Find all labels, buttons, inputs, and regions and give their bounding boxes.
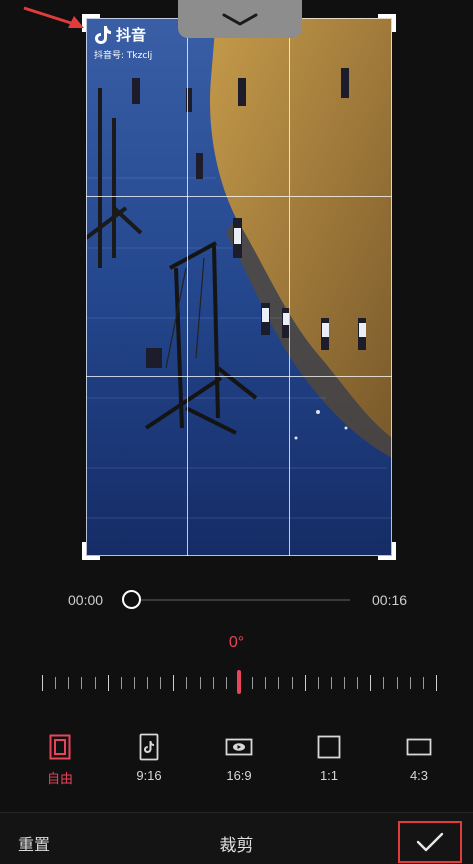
ratio-option-1-1[interactable]: 1:1 — [299, 730, 359, 783]
grid-line — [187, 18, 188, 556]
ratio-label: 16:9 — [226, 768, 252, 783]
ruler-tick — [304, 675, 306, 691]
ratio-label: 9:16 — [136, 768, 162, 783]
ratio-label: 自由 — [46, 771, 73, 786]
ruler-tick — [81, 677, 83, 689]
grid-line — [289, 18, 290, 556]
ruler-tick — [344, 677, 346, 689]
ruler-tick — [409, 677, 411, 689]
ratio-option-4-3[interactable]: 4:3 — [389, 730, 449, 783]
ruler-tick — [55, 677, 57, 689]
crop-handle-top-right[interactable] — [378, 14, 396, 32]
ruler-tick — [133, 677, 135, 689]
ruler-tick — [330, 677, 332, 689]
ruler-tick — [436, 675, 437, 691]
ruler-tick — [422, 677, 424, 689]
crop-preview-image[interactable] — [86, 18, 392, 556]
ratio-option-free[interactable]: 自由 — [30, 730, 90, 787]
crop-editor-screen: 抖音 抖音号: Tkzclj 00:00 00:16 0° 自由 9:16 16… — [0, 0, 473, 864]
watermark-app-name: 抖音 — [116, 26, 147, 44]
ruler-tick — [107, 675, 109, 691]
ruler-tick — [291, 677, 293, 689]
ruler-tick — [120, 677, 122, 689]
tiktok-9-16-icon — [139, 733, 159, 761]
timeline-scrubber: 00:00 00:16 — [0, 586, 473, 614]
chevron-down-icon — [222, 13, 258, 26]
ruler-tick — [173, 675, 175, 691]
ratio-label: 4:3 — [409, 768, 429, 783]
douyin-watermark: 抖音 抖音号: Tkzclj — [94, 24, 152, 61]
grid-line — [86, 376, 392, 377]
ruler-tick — [357, 677, 359, 689]
ruler-tick — [147, 677, 149, 689]
ruler-tick — [370, 675, 372, 691]
rect-4-3-icon — [406, 738, 432, 756]
ruler-tick — [278, 677, 280, 689]
timeline-knob[interactable] — [122, 590, 141, 609]
ruler-tick — [42, 675, 43, 691]
ruler-tick — [265, 677, 267, 689]
ruler-tick — [252, 677, 254, 689]
crop-handle-bottom-right[interactable] — [378, 542, 396, 560]
confirm-button[interactable] — [398, 821, 462, 863]
ratio-option-16-9[interactable]: 16:9 — [209, 730, 269, 783]
ruler-tick — [383, 677, 385, 689]
checkmark-icon — [416, 832, 444, 852]
annotation-arrow-icon — [23, 6, 84, 28]
ruler-tick — [199, 677, 201, 689]
bottom-toolbar: 重置 裁剪 — [0, 812, 473, 864]
ruler-tick — [68, 677, 70, 689]
aspect-ratio-options: 自由 9:16 16:9 1:1 4:3 — [0, 730, 473, 790]
beach-photo — [86, 18, 392, 556]
grid-line — [86, 196, 392, 197]
ruler-tick — [160, 677, 162, 689]
rotation-ruler[interactable] — [36, 668, 442, 696]
rotation-indicator[interactable] — [237, 670, 241, 694]
ruler-tick — [225, 677, 227, 689]
ruler-tick — [94, 677, 96, 689]
collapse-panel-button[interactable] — [178, 0, 302, 38]
ratio-label: 1:1 — [319, 768, 339, 783]
ruler-tick — [186, 677, 188, 689]
current-time: 00:00 — [68, 592, 104, 608]
watermark-account-id: 抖音号: Tkzclj — [94, 51, 153, 61]
ruler-tick — [212, 677, 214, 689]
total-duration: 00:16 — [372, 592, 408, 608]
ruler-tick — [396, 677, 398, 689]
square-1-1-icon — [317, 735, 341, 759]
ratio-option-9-16[interactable]: 9:16 — [119, 730, 179, 783]
free-crop-icon — [49, 734, 71, 760]
youtube-16-9-icon — [225, 738, 253, 756]
ruler-tick — [317, 677, 319, 689]
rotation-angle: 0° — [228, 634, 245, 651]
timeline-track[interactable] — [132, 599, 350, 601]
crop-handle-bottom-left[interactable] — [82, 542, 100, 560]
